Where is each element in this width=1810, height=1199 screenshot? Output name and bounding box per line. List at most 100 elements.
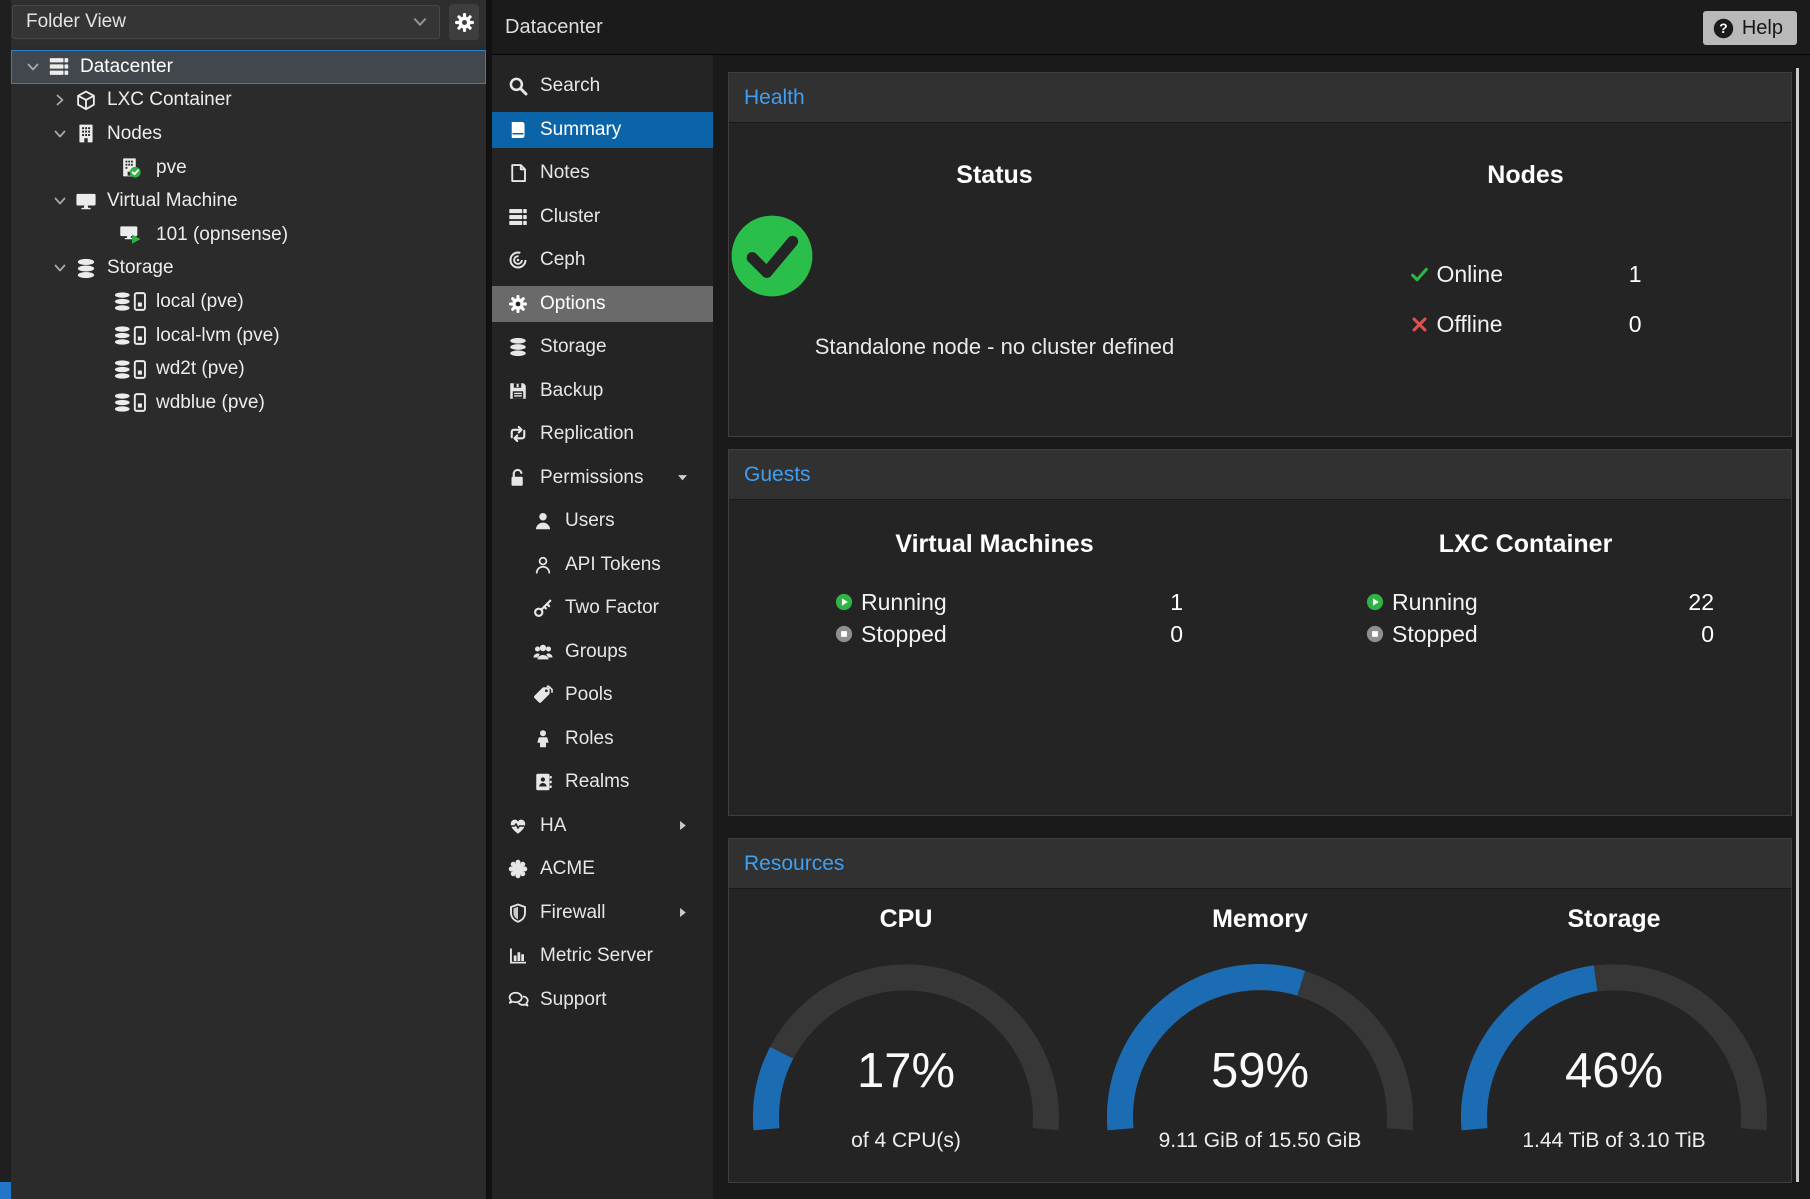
resource-column-storage: Storage 46%1.44 TiB of 3.10 TiB	[1437, 903, 1791, 1153]
db-drive-icon	[114, 359, 147, 380]
tree-item-wd2t-pve[interactable]: wd2t (pve)	[11, 352, 486, 386]
tree-item-wdblue-pve[interactable]: wdblue (pve)	[11, 386, 486, 420]
menu-item-roles[interactable]: Roles	[492, 721, 713, 757]
tree-toolbar: Folder View	[11, 0, 486, 46]
menu-item-backup[interactable]: Backup	[492, 373, 713, 409]
menu-item-groups[interactable]: Groups	[492, 634, 713, 670]
guest-state-value: 0	[1701, 621, 1714, 648]
chevron-down-icon[interactable]	[52, 126, 68, 142]
tree-item-local-pve[interactable]: local (pve)	[11, 285, 486, 319]
resources-panel-title: Resources	[729, 839, 1791, 889]
menu-item-notes[interactable]: Notes	[492, 155, 713, 191]
retweet-icon	[507, 424, 529, 444]
guests-table: Running1Stopped0	[835, 586, 1183, 650]
tree-item-label: pve	[156, 157, 187, 179]
building-icon	[74, 123, 98, 144]
tree-item-label: Datacenter	[80, 56, 173, 78]
tree-settings-button[interactable]	[449, 4, 479, 40]
menu-item-label: Users	[565, 510, 615, 532]
menu-item-label: Support	[540, 989, 607, 1011]
caret-right-icon	[676, 819, 689, 832]
tree-item-storage[interactable]: Storage	[11, 252, 486, 286]
menu-item-label: Ceph	[540, 249, 585, 271]
guest-state-label: Stopped	[1392, 621, 1701, 648]
tree-item-nodes[interactable]: Nodes	[11, 117, 486, 151]
menu-item-label: Storage	[540, 336, 607, 358]
tree-item-label: Storage	[107, 257, 174, 279]
play-icon	[835, 593, 853, 611]
tree-item-label: local (pve)	[156, 291, 244, 313]
menu-item-two-factor[interactable]: Two Factor	[492, 590, 713, 626]
help-button[interactable]: ? Help	[1703, 11, 1797, 45]
cluster-status-message: Standalone node - no cluster defined	[729, 334, 1260, 360]
monitor-play-icon	[114, 224, 147, 245]
guest-state-value: 0	[1170, 621, 1183, 648]
resource-heading: Memory	[1083, 903, 1437, 935]
health-nodes-column: Nodes Online1Offline0	[1260, 159, 1791, 360]
chevron-down-icon[interactable]	[52, 260, 68, 276]
tree-item-pve[interactable]: pve	[11, 151, 486, 185]
menu-item-support[interactable]: Support	[492, 982, 713, 1018]
tree-item-101-opnsense[interactable]: 101 (opnsense)	[11, 218, 486, 252]
guests-column-heading: LXC Container	[1260, 528, 1791, 560]
menu-item-metric-server[interactable]: Metric Server	[492, 938, 713, 974]
svg-text:?: ?	[1719, 21, 1727, 36]
menu-item-users[interactable]: Users	[492, 503, 713, 539]
chevron-down-icon[interactable]	[25, 59, 41, 75]
view-mode-select[interactable]: Folder View	[12, 5, 440, 39]
node-status-row: Offline0	[1410, 299, 1642, 349]
gauge-cpu: 17%	[751, 953, 1061, 1143]
menu-item-label: API Tokens	[565, 554, 661, 576]
menu-item-cluster[interactable]: Cluster	[492, 199, 713, 235]
guest-state-row: Running22	[1366, 586, 1714, 618]
tree-item-lxc-container[interactable]: LXC Container	[11, 84, 486, 118]
tree-item-local-lvm-pve[interactable]: local-lvm (pve)	[11, 319, 486, 353]
health-panel: Health Status Standalone node - no clust…	[728, 72, 1792, 437]
monitor-icon	[74, 191, 98, 212]
tree-item-label: wd2t (pve)	[156, 358, 245, 380]
tree-item-virtual-machine[interactable]: Virtual Machine	[11, 184, 486, 218]
chevron-down-icon[interactable]	[52, 193, 68, 209]
menu-item-ha[interactable]: HA	[492, 808, 713, 844]
check-icon	[1410, 265, 1429, 284]
tree-expander-placeholder	[92, 160, 108, 176]
menu-item-realms[interactable]: Realms	[492, 764, 713, 800]
tree-expander-placeholder	[92, 227, 108, 243]
menu-item-label: Groups	[565, 641, 627, 663]
menu-item-permissions[interactable]: Permissions	[492, 460, 713, 496]
menu-item-ceph[interactable]: Ceph	[492, 242, 713, 278]
resource-tree: Datacenter LXC Container Nodes pve Virtual M…	[11, 46, 486, 420]
menu-item-storage[interactable]: Storage	[492, 329, 713, 365]
resources-panel: Resources CPU 17%of 4 CPU(s)Memory 59%9.…	[728, 838, 1792, 1183]
menu-item-api-tokens[interactable]: API Tokens	[492, 547, 713, 583]
heartbeat-icon	[507, 816, 529, 836]
nodes-heading: Nodes	[1260, 159, 1791, 191]
guest-state-value: 1	[1170, 589, 1183, 616]
floppy-icon	[507, 381, 529, 401]
chevron-right-icon[interactable]	[52, 92, 68, 108]
guests-column-heading: Virtual Machines	[729, 528, 1260, 560]
play-icon	[1366, 593, 1384, 611]
menu-item-search[interactable]: Search	[492, 68, 713, 104]
user-icon	[532, 511, 554, 531]
menu-item-firewall[interactable]: Firewall	[492, 895, 713, 931]
node-status-value: 0	[1629, 311, 1642, 338]
search-icon	[507, 76, 529, 96]
tree-item-label: LXC Container	[107, 89, 232, 111]
menu-item-replication[interactable]: Replication	[492, 416, 713, 452]
guest-state-row: Stopped0	[1366, 618, 1714, 650]
menu-item-pools[interactable]: Pools	[492, 677, 713, 713]
stop-icon	[1366, 625, 1384, 643]
guests-table: Running22Stopped0	[1366, 586, 1714, 650]
menu-item-acme[interactable]: ACME	[492, 851, 713, 887]
tree-item-datacenter[interactable]: Datacenter	[11, 50, 486, 84]
vertical-scrollbar[interactable]	[1796, 68, 1799, 1182]
menu-item-summary[interactable]: Summary	[492, 112, 713, 148]
guests-panel: Guests Virtual MachinesRunning1Stopped0L…	[728, 449, 1792, 816]
status-heading: Status	[729, 159, 1260, 191]
gauge-storage: 46%	[1459, 953, 1769, 1143]
menu-item-label: ACME	[540, 858, 595, 880]
guest-state-value: 22	[1688, 589, 1714, 616]
menu-item-options[interactable]: Options	[492, 286, 713, 322]
stop-icon	[835, 625, 853, 643]
